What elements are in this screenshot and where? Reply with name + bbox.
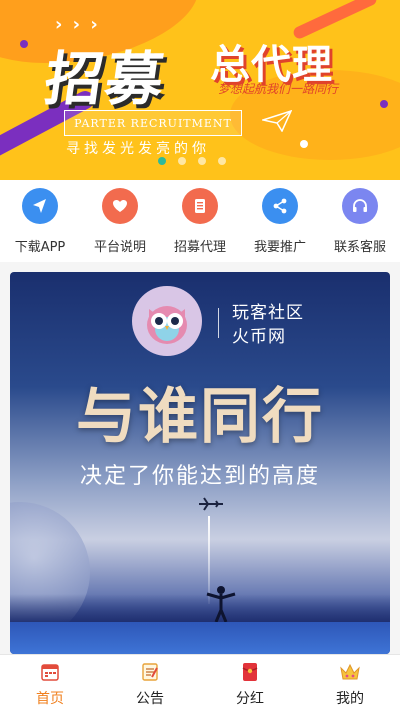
quick-nav-label: 平台说明 xyxy=(93,240,146,255)
poster-divider xyxy=(218,308,219,338)
poster-brand-line2: 火币网 xyxy=(232,327,286,347)
tab-announcements[interactable]: 公告 xyxy=(100,655,200,711)
app-root: › › › 招募 总代理 梦想起航我们一路同行 PARTER RECRUITME… xyxy=(0,0,400,711)
quick-nav-label: 下载APP xyxy=(14,240,66,255)
poster-brand-line1: 玩客社区 xyxy=(232,303,304,323)
quick-nav-recruit-agent[interactable]: 招募代理 xyxy=(161,188,239,262)
banner-big-title: 招募 xyxy=(40,45,171,113)
paper-plane-icon xyxy=(260,109,293,138)
quick-nav-label: 我要推广 xyxy=(253,240,306,255)
tab-label: 公告 xyxy=(136,691,164,707)
document-icon xyxy=(182,188,218,224)
quick-nav-promote[interactable]: 我要推广 xyxy=(241,188,319,262)
carousel-pager xyxy=(158,157,226,165)
quick-nav-download-app[interactable]: 下载APP xyxy=(1,188,79,262)
recruitment-banner[interactable]: › › › 招募 总代理 梦想起航我们一路同行 PARTER RECRUITME… xyxy=(0,0,400,180)
tab-label: 分红 xyxy=(236,691,264,707)
tab-home[interactable]: 首页 xyxy=(0,655,100,711)
calendar-icon xyxy=(39,661,61,683)
quick-nav-label: 联系客服 xyxy=(333,240,386,255)
tab-label: 我的 xyxy=(336,691,364,707)
banner-decor-dot xyxy=(300,140,308,148)
banner-decor-dot xyxy=(380,100,388,108)
notepad-icon xyxy=(139,661,161,683)
crown-icon xyxy=(339,661,361,683)
pager-dot[interactable] xyxy=(198,157,206,165)
poster-headline: 与谁同行 xyxy=(76,382,324,452)
tab-label: 首页 xyxy=(36,691,64,707)
bottom-tab-bar: 首页 公告 分红 我的 xyxy=(0,654,400,711)
banner-subtitle: PARTER RECRUITMENT xyxy=(64,110,242,136)
heart-icon xyxy=(102,188,138,224)
quick-nav: 下载APP 平台说明 招募代理 我要推广 联系客服 xyxy=(0,180,400,262)
airplane-icon xyxy=(198,496,224,517)
pager-dot[interactable] xyxy=(178,157,186,165)
banner-decor-dot xyxy=(20,40,28,48)
poster-water xyxy=(10,622,390,654)
share-icon xyxy=(262,188,298,224)
banner-slogan: 梦想起航我们一路同行 xyxy=(218,82,339,96)
red-envelope-icon xyxy=(239,661,261,683)
quick-nav-customer-service[interactable]: 联系客服 xyxy=(321,188,399,262)
pager-dot[interactable] xyxy=(218,157,226,165)
promo-poster[interactable]: 玩客社区 火币网 与谁同行 决定了你能达到的高度 xyxy=(10,272,390,654)
quick-nav-label: 招募代理 xyxy=(173,240,226,255)
pager-dot[interactable] xyxy=(158,157,166,165)
banner-tagline: 寻找发光发亮的你 xyxy=(66,141,210,157)
quick-nav-platform-info[interactable]: 平台说明 xyxy=(81,188,159,262)
poster-subhead: 决定了你能达到的高度 xyxy=(79,464,320,489)
poster-city-skyline xyxy=(10,594,390,624)
navigate-arrow-icon xyxy=(22,188,58,224)
tab-mine[interactable]: 我的 xyxy=(300,655,400,711)
owl-logo-icon xyxy=(132,286,202,356)
headset-icon xyxy=(342,188,378,224)
tab-dividends[interactable]: 分红 xyxy=(200,655,300,711)
